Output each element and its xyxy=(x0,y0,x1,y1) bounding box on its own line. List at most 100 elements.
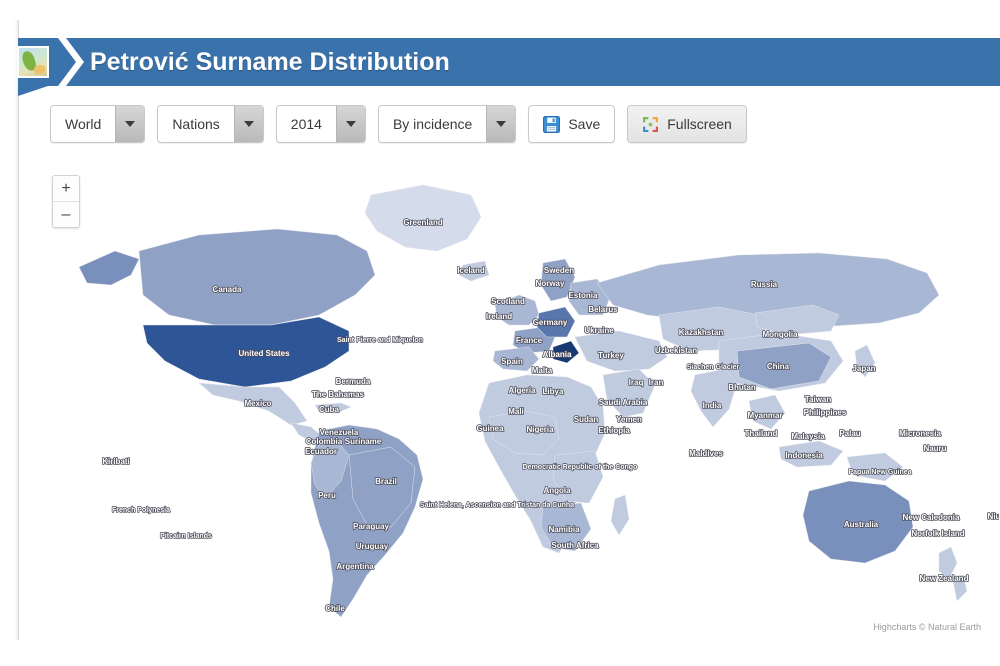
map-label: Colombia xyxy=(306,437,343,446)
map-label: Iraq xyxy=(629,378,644,387)
map-toolbar: World Nations 2014 By incidence xyxy=(50,106,747,142)
map-label: Democratic Republic of the Congo xyxy=(523,464,638,471)
fullscreen-expand-icon xyxy=(642,116,659,133)
map-label: Pitcairn Islands xyxy=(160,533,212,540)
map-label: Thailand xyxy=(745,429,778,438)
map-label: Scotland xyxy=(491,297,525,306)
map-label: Saint Helena, Ascension and Tristan da C… xyxy=(420,502,574,509)
region-select[interactable]: World xyxy=(50,105,145,143)
map-label: Kazakhstan xyxy=(679,328,724,337)
map-label: Maldives xyxy=(689,449,723,458)
map-label: Mongolia xyxy=(762,330,798,339)
save-button-label: Save xyxy=(568,116,600,132)
map-label: Mexico xyxy=(244,399,271,408)
map-label: Peru xyxy=(318,491,336,500)
map-label: Saudi Arabia xyxy=(599,398,648,407)
fullscreen-button-label: Fullscreen xyxy=(667,116,732,132)
chevron-down-icon[interactable] xyxy=(336,106,365,142)
map-credits[interactable]: Highcharts © Natural Earth xyxy=(873,622,981,632)
level-select[interactable]: Nations xyxy=(157,105,263,143)
map-label: Sweden xyxy=(544,266,574,275)
chevron-down-icon[interactable] xyxy=(486,106,515,142)
map-label: Norfolk Island xyxy=(911,529,964,538)
map-label: Kiribati xyxy=(102,457,130,466)
map-label: Nauru xyxy=(923,444,946,453)
map-label: Uzbekistan xyxy=(655,346,697,355)
map-canvas[interactable]: GreenlandCanadaIcelandSwedenNorwayRussia… xyxy=(19,155,999,640)
map-label: Nigeria xyxy=(526,425,554,434)
map-label: Myanmar xyxy=(747,411,782,420)
map-label: Algeria xyxy=(508,386,536,395)
map-label: Albania xyxy=(543,350,572,359)
map-label: Guinea xyxy=(476,424,504,433)
fullscreen-button[interactable]: Fullscreen xyxy=(627,105,747,143)
map-label: Spain xyxy=(501,357,523,366)
map-label: Estonia xyxy=(569,291,598,300)
app-root: Petrović Surname Distribution World Nati… xyxy=(0,0,1000,666)
map-label: Belarus xyxy=(588,305,618,314)
map-label: Argentina xyxy=(336,562,374,571)
map-label: Palau xyxy=(839,429,860,438)
map-label: Saint Pierre and Miquelon xyxy=(337,337,423,344)
map-label: Indonesia xyxy=(785,451,823,460)
map-label: Ireland xyxy=(486,312,512,321)
map-label: Ethiopia xyxy=(598,426,630,435)
map-label: Namibia xyxy=(548,525,580,534)
save-button[interactable]: Save xyxy=(528,105,615,143)
map-zoom-controls[interactable]: + – xyxy=(52,175,80,228)
map-label: Germany xyxy=(533,318,568,327)
map-label: Paraguay xyxy=(353,522,390,531)
map-label: Iran xyxy=(649,378,664,387)
map-label: Mali xyxy=(508,407,524,416)
map-label: Taiwan xyxy=(805,395,832,404)
map-label: Micronesia xyxy=(899,429,941,438)
map-label: Australia xyxy=(844,520,879,529)
map-label: The Bahamas xyxy=(312,390,365,399)
map-label: French Polynesia xyxy=(112,507,170,514)
map-label: Russia xyxy=(751,280,778,289)
chevron-down-icon[interactable] xyxy=(115,106,144,142)
year-select-value: 2014 xyxy=(277,106,336,142)
map-label: Ukraine xyxy=(584,326,614,335)
map-label: Libya xyxy=(543,387,564,396)
map-label: China xyxy=(767,362,790,371)
map-label: Suriname xyxy=(345,437,382,446)
map-label: Papua New Guinea xyxy=(848,469,911,476)
map-label: Brazil xyxy=(375,477,397,486)
page-title: Petrović Surname Distribution xyxy=(90,38,450,86)
map-label: Turkey xyxy=(598,351,624,360)
map-label: Siachen Glacier xyxy=(687,364,740,371)
level-select-value: Nations xyxy=(158,106,233,142)
map-label: Sudan xyxy=(574,415,599,424)
map-label: Bermuda xyxy=(336,377,371,386)
map-label: South Africa xyxy=(551,541,599,550)
map-label: Malta xyxy=(532,366,553,375)
map-label: Philippines xyxy=(804,408,847,417)
map-label: Norway xyxy=(536,279,565,288)
zoom-out-button[interactable]: – xyxy=(53,202,79,227)
map-label: Bhutan xyxy=(728,383,756,392)
map-label: Japan xyxy=(852,364,875,373)
map-label: Yemen xyxy=(616,415,642,424)
map-label: Cuba xyxy=(319,405,340,414)
year-select[interactable]: 2014 xyxy=(276,105,366,143)
map-thumbnail-icon xyxy=(17,46,49,78)
map-label: New Caledonia xyxy=(903,513,960,522)
header-chevron-icon xyxy=(58,38,84,86)
metric-select[interactable]: By incidence xyxy=(378,105,516,143)
map-label: Ecuador xyxy=(305,447,337,456)
chevron-down-icon[interactable] xyxy=(234,106,263,142)
region-select-value: World xyxy=(51,106,115,142)
floppy-disk-icon xyxy=(543,116,560,133)
zoom-in-button[interactable]: + xyxy=(53,176,79,202)
logo-inner-image xyxy=(19,48,47,76)
map-label: Chile xyxy=(325,604,345,613)
map-label: United States xyxy=(238,349,290,358)
map-label: France xyxy=(516,336,543,345)
world-map[interactable]: GreenlandCanadaIcelandSwedenNorwayRussia… xyxy=(19,155,999,640)
map-label: Venezuela xyxy=(320,428,359,437)
map-label: India xyxy=(703,401,722,410)
metric-select-value: By incidence xyxy=(379,106,486,142)
map-label: Angola xyxy=(543,486,571,495)
map-label: Malaysia xyxy=(791,432,825,441)
